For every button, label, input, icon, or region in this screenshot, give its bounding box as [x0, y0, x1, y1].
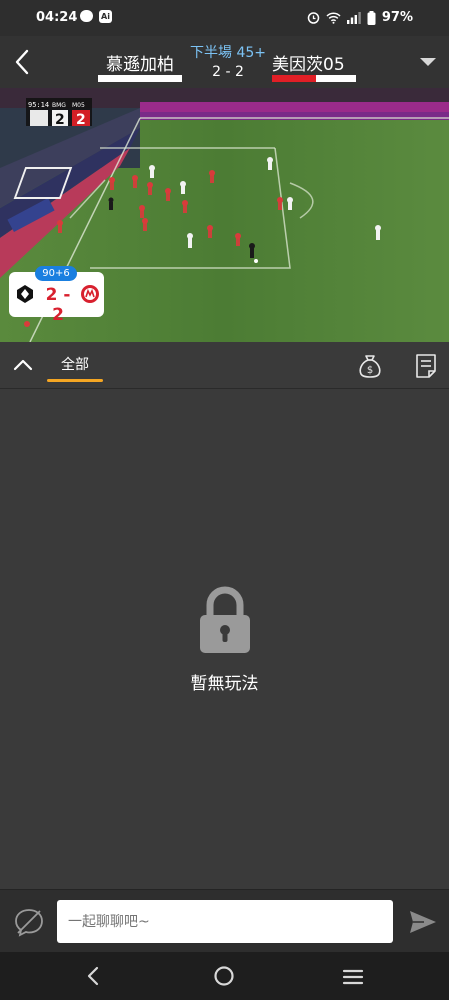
- chat-toggle-button[interactable]: [13, 906, 45, 938]
- message-notification-icon: [80, 10, 93, 22]
- notification-icons: Ai: [80, 10, 112, 23]
- send-button[interactable]: [408, 908, 438, 936]
- send-icon: [410, 911, 436, 933]
- chat-off-icon: [15, 909, 43, 937]
- chat-bar: [0, 889, 449, 952]
- nav-home-button[interactable]: [213, 965, 235, 987]
- tab-active-underline: [47, 379, 103, 382]
- lock-icon: [200, 586, 250, 653]
- battery-level: 97%: [381, 10, 413, 25]
- wifi-icon: [326, 11, 341, 24]
- home-team-name: 慕遜加柏: [106, 55, 174, 75]
- nav-back-button[interactable]: [83, 965, 105, 987]
- away-team-logo-icon: [81, 285, 99, 303]
- match-score: 2 - 2: [212, 64, 244, 80]
- money-bag-icon: $: [359, 355, 381, 378]
- status-right: 97%: [307, 10, 413, 25]
- battery-icon: [367, 10, 376, 25]
- nav-recent-apps-button[interactable]: [342, 966, 364, 988]
- recent-apps-icon: [342, 969, 364, 985]
- signal-icon: [346, 11, 361, 24]
- overlay-home-abbr: BMG: [52, 102, 66, 109]
- chevron-left-icon: [15, 49, 29, 75]
- chip-score: 2 - 2: [45, 285, 71, 325]
- back-icon: [87, 966, 99, 986]
- home-team-bar: [98, 75, 182, 82]
- document-icon: [416, 354, 436, 378]
- status-time: 04:24: [36, 10, 78, 25]
- alarm-icon: [307, 12, 320, 24]
- match-dropdown-button[interactable]: [417, 52, 439, 72]
- svg-text:$: $: [367, 365, 373, 376]
- empty-state-message: 暫無玩法: [190, 674, 259, 694]
- match-header: 慕遜加柏 下半場 45+ 2 - 2 美因茨05: [0, 36, 449, 88]
- match-period: 下半場 45+: [190, 45, 266, 61]
- tab-all-label: 全部: [61, 357, 89, 373]
- chevron-up-icon: [13, 359, 33, 371]
- match-minute-badge: 90+6: [35, 266, 77, 281]
- triangle-down-icon: [420, 58, 436, 66]
- system-nav-bar: [0, 952, 449, 1000]
- tab-all[interactable]: 全部: [47, 350, 103, 382]
- collapse-button[interactable]: [12, 355, 34, 375]
- overlay-away-abbr: M05: [72, 102, 85, 109]
- tabs-bar: 全部 $: [0, 342, 449, 389]
- overlay-away-score: 2: [76, 112, 86, 128]
- away-team-name: 美因茨05: [272, 55, 345, 75]
- empty-state: 暫無玩法: [0, 389, 449, 889]
- app-badge-icon: Ai: [99, 10, 112, 23]
- money-bag-button[interactable]: $: [356, 352, 384, 380]
- document-button[interactable]: [414, 352, 438, 380]
- overlay-home-score: 2: [55, 112, 65, 128]
- away-team-bar-fill: [272, 75, 316, 82]
- home-icon: [214, 966, 234, 986]
- overlay-clock: 95:14: [28, 101, 49, 109]
- home-team-logo-icon: [17, 285, 33, 303]
- away-team-bar: [272, 75, 356, 82]
- status-bar: 04:24 Ai 97%: [0, 0, 449, 36]
- back-button[interactable]: [6, 42, 38, 82]
- chat-input[interactable]: [57, 900, 393, 943]
